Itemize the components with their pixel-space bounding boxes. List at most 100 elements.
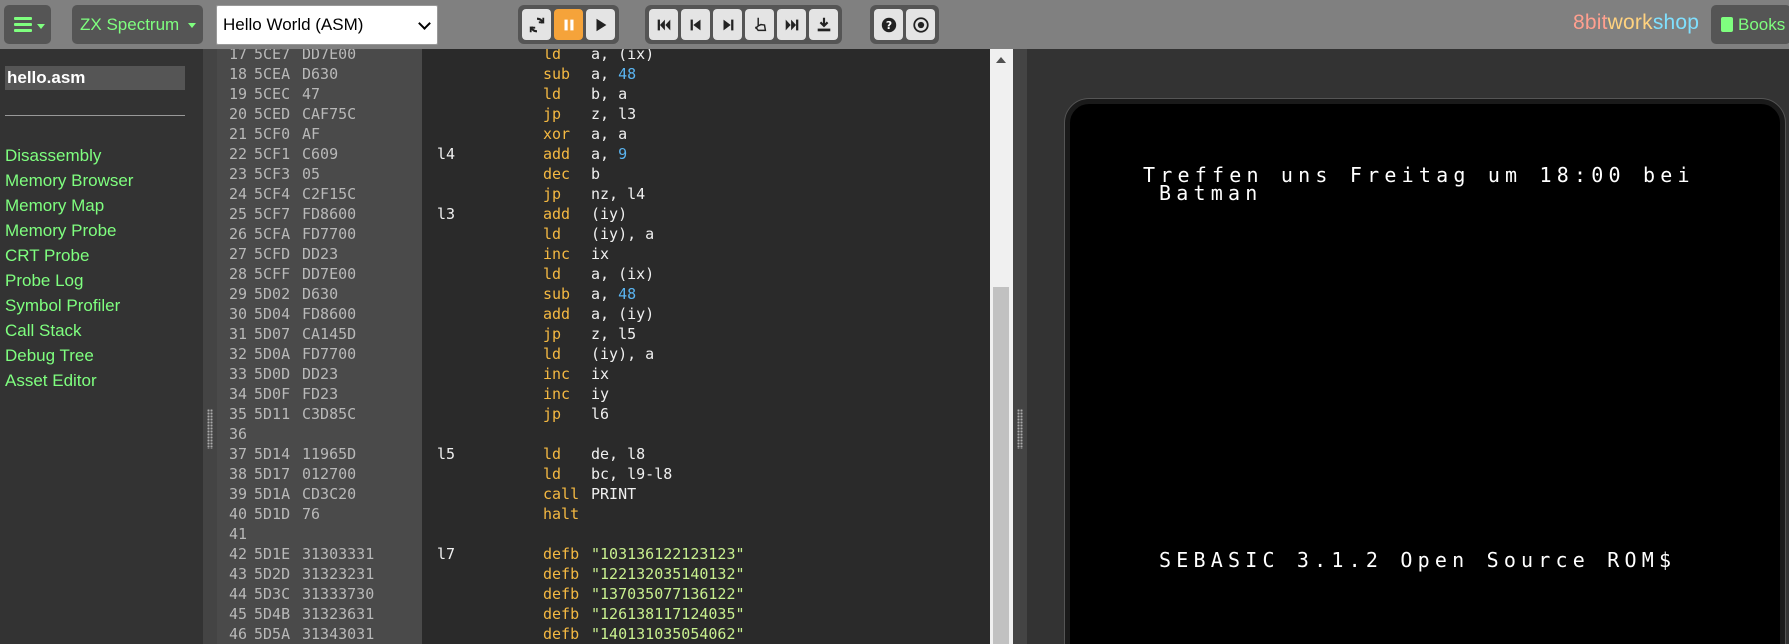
operand-text: ix bbox=[591, 245, 610, 263]
line-operands: a, a bbox=[591, 124, 627, 144]
code-editor[interactable]: 17 5CE7 DD7E00 ld a, (ix) 18 5CEA D630 sub a, 48 1… bbox=[217, 49, 990, 644]
operand-number: 48 bbox=[618, 65, 637, 83]
step-over-button[interactable] bbox=[713, 9, 742, 40]
step-back-icon bbox=[690, 19, 700, 30]
reset-icon bbox=[529, 17, 544, 32]
line-opcode: jp bbox=[543, 405, 562, 423]
line-bytes: 31343031 bbox=[302, 625, 375, 643]
line-bytes: DD23 bbox=[302, 365, 339, 383]
line-number: 41 bbox=[228, 525, 247, 543]
line-opcode: inc bbox=[543, 385, 571, 403]
line-opcode: ld bbox=[543, 465, 562, 483]
download-button[interactable] bbox=[809, 9, 838, 40]
reset-button[interactable] bbox=[522, 9, 551, 40]
line-address: 5CED bbox=[254, 105, 291, 123]
line-label: l3 bbox=[437, 205, 456, 223]
line-bytes: FD7700 bbox=[302, 345, 357, 363]
screen-rom-banner: SEBASIC 3.1.2 Open Source ROM$ bbox=[1159, 548, 1677, 572]
tool-debug-tree[interactable]: Debug Tree bbox=[5, 343, 133, 368]
line-bytes: C609 bbox=[302, 145, 339, 163]
line-bytes: DD7E00 bbox=[302, 265, 357, 283]
run-button[interactable] bbox=[586, 9, 615, 40]
line-address: 5D5A bbox=[254, 625, 291, 643]
line-bytes: AF bbox=[302, 125, 321, 143]
rewind-button[interactable] bbox=[649, 9, 678, 40]
tool-call-stack[interactable]: Call Stack bbox=[5, 318, 133, 343]
line-bytes: 012700 bbox=[302, 465, 357, 483]
tool-memory-probe[interactable]: Memory Probe bbox=[5, 218, 133, 243]
tool-memory-map[interactable]: Memory Map bbox=[5, 193, 133, 218]
editor-resize-handle[interactable] bbox=[1013, 49, 1027, 644]
record-button[interactable] bbox=[906, 9, 935, 40]
help-button[interactable]: ? bbox=[874, 9, 903, 40]
line-opcode: inc bbox=[543, 365, 571, 383]
line-address: 5D4B bbox=[254, 605, 291, 623]
line-opcode: sub bbox=[543, 65, 571, 83]
tool-symbol-profiler[interactable]: Symbol Profiler bbox=[5, 293, 133, 318]
brand-logo[interactable]: 8bitworkshop bbox=[1573, 11, 1699, 35]
line-number: 21 bbox=[228, 125, 247, 143]
line-operands: (iy), a bbox=[591, 344, 654, 364]
line-number: 35 bbox=[228, 405, 247, 423]
tool-asset-editor[interactable]: Asset Editor bbox=[5, 368, 133, 393]
line-address: 5D0D bbox=[254, 365, 291, 383]
line-address: 5D04 bbox=[254, 305, 291, 323]
tool-memory-browser[interactable]: Memory Browser bbox=[5, 168, 133, 193]
line-address: 5CEA bbox=[254, 65, 291, 83]
line-address: 5CF7 bbox=[254, 205, 291, 223]
books-button[interactable]: Books bbox=[1711, 5, 1789, 44]
grip-icon bbox=[1017, 409, 1023, 449]
line-opcode: inc bbox=[543, 245, 571, 263]
line-address: 5D2D bbox=[254, 565, 291, 583]
line-address: 5D14 bbox=[254, 445, 291, 463]
line-opcode: xor bbox=[543, 125, 571, 143]
sidebar-resize-handle[interactable] bbox=[203, 49, 217, 644]
main-menu-button[interactable] bbox=[4, 5, 51, 44]
operand-number: 48 bbox=[618, 285, 637, 303]
step-back-button[interactable] bbox=[681, 9, 710, 40]
scroll-up-icon[interactable] bbox=[996, 57, 1006, 63]
line-operands: b bbox=[591, 164, 600, 184]
line-address: 5D1A bbox=[254, 485, 291, 503]
line-opcode: add bbox=[543, 205, 571, 223]
line-opcode: add bbox=[543, 305, 571, 323]
file-item-hello-asm[interactable]: hello.asm bbox=[5, 66, 185, 90]
operand-text: bc, l9-l8 bbox=[591, 465, 673, 483]
preset-select[interactable]: Hello World (ASM) bbox=[216, 5, 438, 45]
line-opcode: call bbox=[543, 485, 580, 503]
operand-string: "122132035140132" bbox=[591, 565, 745, 583]
fast-forward-icon bbox=[785, 19, 798, 30]
line-address: 5CE7 bbox=[254, 49, 291, 63]
emulator-screen[interactable]: Treffen uns Freitag um 18:00 bei Batman … bbox=[1065, 99, 1785, 644]
line-address: 5D07 bbox=[254, 325, 291, 343]
step-into-button[interactable] bbox=[745, 9, 774, 40]
sidebar-divider bbox=[5, 115, 185, 116]
download-icon bbox=[817, 17, 830, 31]
line-bytes: D630 bbox=[302, 65, 339, 83]
operand-number: 9 bbox=[618, 145, 628, 163]
line-operands: nz, l4 bbox=[591, 184, 645, 204]
screen-text-line2: Batman bbox=[1159, 181, 1263, 205]
editor-scrollbar[interactable] bbox=[990, 49, 1013, 644]
pause-button[interactable] bbox=[554, 9, 583, 40]
tool-disassembly[interactable]: Disassembly bbox=[5, 143, 133, 168]
line-operands: de, l8 bbox=[591, 444, 645, 464]
operand-text: ix bbox=[591, 365, 610, 383]
operand-text: a, (iy) bbox=[591, 305, 655, 323]
line-number: 39 bbox=[228, 485, 247, 503]
scrollbar-thumb[interactable] bbox=[993, 287, 1009, 644]
tool-crt-probe[interactable]: CRT Probe bbox=[5, 243, 133, 268]
debug-tools-list: Disassembly Memory Browser Memory Map Me… bbox=[5, 143, 133, 393]
tool-probe-log[interactable]: Probe Log bbox=[5, 268, 133, 293]
line-address: 5CFF bbox=[254, 265, 291, 283]
line-opcode: ld bbox=[543, 345, 562, 363]
line-opcode: jp bbox=[543, 105, 562, 123]
line-number: 28 bbox=[228, 265, 247, 283]
menu-icon bbox=[14, 17, 32, 33]
line-number: 23 bbox=[228, 165, 247, 183]
fast-forward-button[interactable] bbox=[777, 9, 806, 40]
line-address: 5CF4 bbox=[254, 185, 291, 203]
chevron-down-icon bbox=[418, 17, 431, 30]
platform-dropdown[interactable]: ZX Spectrum bbox=[72, 5, 203, 44]
help-icon: ? bbox=[881, 17, 896, 32]
